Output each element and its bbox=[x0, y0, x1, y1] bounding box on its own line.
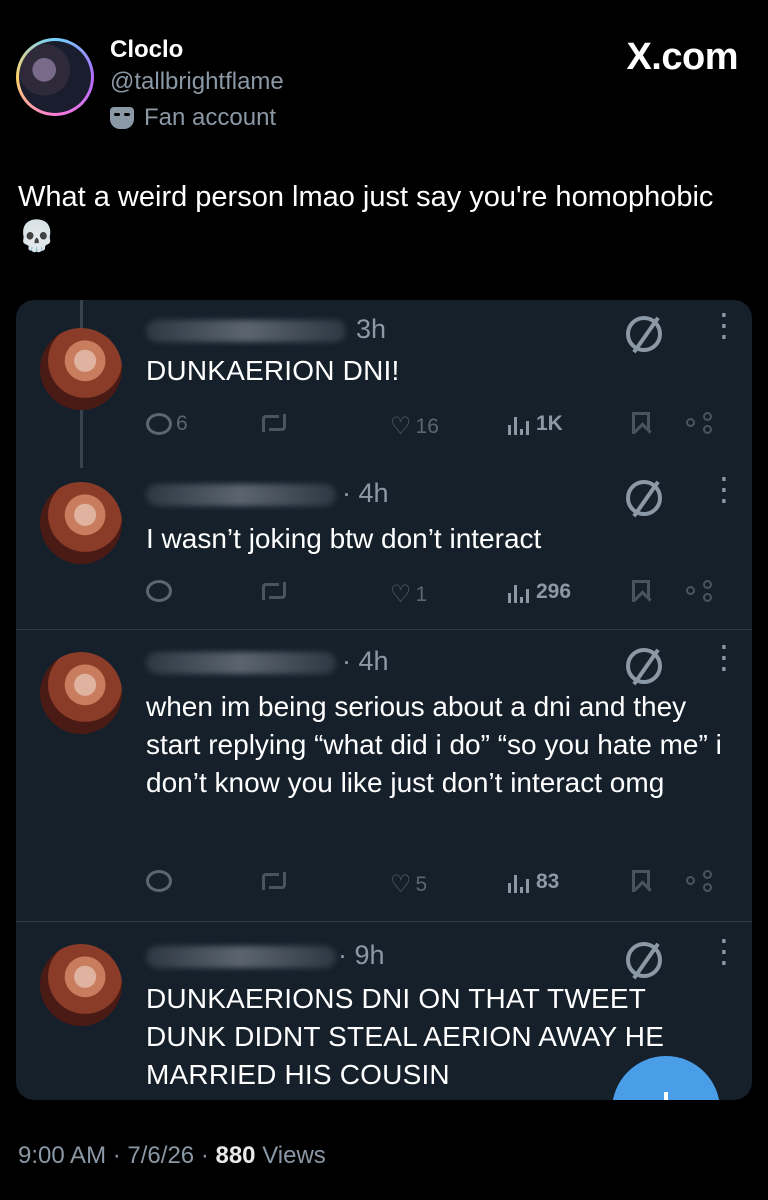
reply-time: · 9h bbox=[338, 940, 385, 970]
share-button[interactable] bbox=[686, 870, 712, 892]
share-button[interactable] bbox=[686, 412, 712, 434]
retweet-button[interactable] bbox=[260, 580, 288, 602]
more-icon[interactable]: ⋮ bbox=[708, 935, 740, 967]
retweet-button[interactable] bbox=[260, 870, 288, 892]
share-icon bbox=[686, 412, 712, 434]
more-icon[interactable]: ⋮ bbox=[708, 641, 740, 673]
reply-time: · 4h bbox=[342, 478, 389, 508]
views-button[interactable]: 83 bbox=[508, 870, 559, 894]
bookmark-button[interactable] bbox=[632, 580, 650, 602]
views-count: 880 bbox=[215, 1142, 256, 1169]
views-icon bbox=[508, 871, 532, 893]
reply-body: when im being serious about a dni and th… bbox=[146, 691, 722, 798]
retweet-icon bbox=[260, 580, 288, 602]
quoted-replies-card[interactable]: 3h ⋮ DUNKAERION DNI! 6 ♡ 16 1K · 4h ⋮ I w… bbox=[16, 300, 752, 1100]
share-button[interactable] bbox=[686, 580, 712, 602]
like-icon: ♡ bbox=[390, 581, 412, 608]
tweet-date: 7/6/26 bbox=[127, 1142, 195, 1169]
avatar[interactable] bbox=[16, 38, 94, 116]
bookmark-icon bbox=[632, 870, 650, 892]
reply-item[interactable]: · 4h ⋮ I wasn’t joking btw don’t interac… bbox=[16, 468, 752, 630]
reply-item[interactable]: · 4h ⋮ when im being serious about a dni… bbox=[16, 630, 752, 922]
slash-circle-icon[interactable] bbox=[626, 316, 662, 352]
bookmark-button[interactable] bbox=[632, 870, 650, 892]
reply-icon bbox=[146, 580, 172, 602]
redacted-name bbox=[146, 946, 336, 968]
reply-time: 3h bbox=[356, 314, 387, 344]
tweet-text: What a weird person lmao just say you're… bbox=[18, 178, 758, 254]
reply-item[interactable]: 3h ⋮ DUNKAERION DNI! 6 ♡ 16 1K bbox=[16, 300, 752, 468]
reply-avatar[interactable] bbox=[40, 652, 122, 734]
like-button[interactable]: ♡ 5 bbox=[390, 870, 427, 899]
skull-emoji: 💀 bbox=[18, 220, 56, 253]
reply-icon bbox=[146, 413, 172, 435]
bookmark-icon bbox=[632, 580, 650, 602]
reply-actions: ♡ 5 83 bbox=[146, 870, 722, 904]
slash-circle-icon[interactable] bbox=[626, 480, 662, 516]
bookmark-icon bbox=[632, 412, 650, 434]
views-icon bbox=[508, 581, 532, 603]
brand-logo: X.com bbox=[626, 36, 738, 78]
redacted-name bbox=[146, 484, 336, 506]
badge-label: Fan account bbox=[144, 104, 277, 131]
views-label: Views bbox=[262, 1142, 326, 1169]
tweet-time: 9:00 AM bbox=[18, 1142, 107, 1169]
reply-icon bbox=[146, 870, 172, 892]
tweet-body: What a weird person lmao just say you're… bbox=[18, 181, 714, 213]
account-badge: Fan account bbox=[110, 104, 276, 132]
reply-avatar[interactable] bbox=[40, 944, 122, 1026]
comment-button[interactable] bbox=[146, 870, 172, 892]
reply-actions: ♡ 1 296 bbox=[146, 580, 722, 614]
more-icon[interactable]: ⋮ bbox=[708, 309, 740, 341]
like-icon: ♡ bbox=[390, 871, 412, 898]
slash-circle-icon[interactable] bbox=[626, 942, 662, 978]
reply-body: DUNKAERION DNI! bbox=[146, 355, 400, 386]
reply-actions: 6 ♡ 16 1K bbox=[146, 412, 722, 446]
like-icon: ♡ bbox=[390, 413, 412, 440]
comment-button[interactable]: 6 bbox=[146, 412, 188, 436]
tweet-meta: 9:00 AM · 7/6/26 · 880 Views bbox=[18, 1142, 326, 1169]
reply-body: I wasn’t joking btw don’t interact bbox=[146, 523, 542, 554]
retweet-button[interactable] bbox=[260, 412, 288, 434]
retweet-icon bbox=[260, 412, 288, 434]
tweet-header: Cloclo @tallbrightflame Fan account X.co… bbox=[0, 0, 768, 160]
bookmark-button[interactable] bbox=[632, 412, 650, 434]
views-button[interactable]: 1K bbox=[508, 412, 563, 436]
display-name[interactable]: Cloclo bbox=[110, 36, 183, 64]
views-button[interactable]: 296 bbox=[508, 580, 571, 604]
retweet-icon bbox=[260, 870, 288, 892]
views-icon bbox=[508, 413, 532, 435]
like-button[interactable]: ♡ 1 bbox=[390, 580, 427, 609]
mask-icon bbox=[110, 107, 134, 129]
slash-circle-icon[interactable] bbox=[626, 648, 662, 684]
reply-avatar[interactable] bbox=[40, 482, 122, 564]
reply-time: · 4h bbox=[342, 646, 389, 676]
redacted-name bbox=[146, 652, 336, 674]
comment-button[interactable] bbox=[146, 580, 172, 602]
share-icon bbox=[686, 870, 712, 892]
redacted-name bbox=[146, 320, 346, 342]
reply-avatar[interactable] bbox=[40, 328, 122, 410]
more-icon[interactable]: ⋮ bbox=[708, 473, 740, 505]
user-handle[interactable]: @tallbrightflame bbox=[110, 68, 284, 96]
share-icon bbox=[686, 580, 712, 602]
like-button[interactable]: ♡ 16 bbox=[390, 412, 439, 441]
